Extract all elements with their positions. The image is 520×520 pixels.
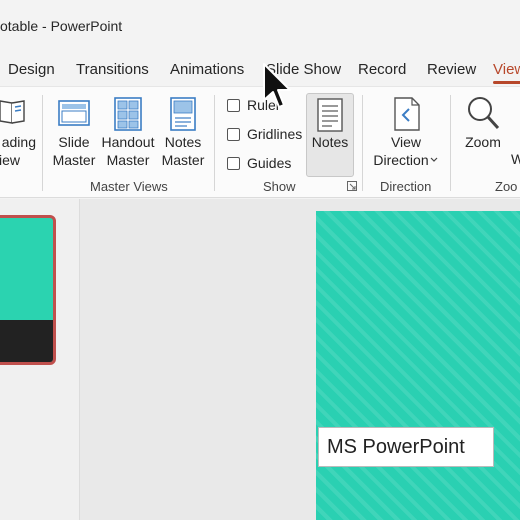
slide-thumbnail-pane <box>0 199 80 520</box>
ribbon-separator <box>362 95 363 191</box>
gridlines-checkbox[interactable]: Gridlines <box>227 126 302 142</box>
notes-icon <box>317 98 343 132</box>
tab-transitions[interactable]: Transitions <box>76 61 149 78</box>
gridlines-checkbox-box[interactable] <box>227 128 240 141</box>
ribbon-separator <box>42 95 43 191</box>
ribbon-separator <box>214 95 215 191</box>
slide-master-icon <box>58 100 90 126</box>
master-views-group-label: Master Views <box>90 179 168 194</box>
tab-animations[interactable]: Animations <box>170 61 244 78</box>
tab-review[interactable]: Review <box>427 61 476 78</box>
tab-record[interactable]: Record <box>358 61 406 78</box>
view-direction-icon <box>394 97 420 131</box>
notes-button[interactable]: Notes <box>306 93 354 177</box>
title-bar: otable - PowerPoint <box>0 0 520 56</box>
notes-master-icon <box>170 97 196 131</box>
view-direction-button[interactable]: View Direction <box>368 95 444 175</box>
ribbon: ading iew Slide Master Handout Master No… <box>0 86 520 198</box>
slide-text-box[interactable]: MS PowerPoint <box>318 427 494 467</box>
reading-view-icon <box>0 100 25 124</box>
ribbon-separator <box>450 95 451 191</box>
window-title: otable - PowerPoint <box>0 18 123 34</box>
guides-checkbox-box[interactable] <box>227 157 240 170</box>
slide-canvas[interactable]: MS PowerPoint <box>316 211 520 520</box>
mouse-pointer-icon <box>263 63 291 108</box>
dialog-launcher-icon[interactable] <box>347 181 357 191</box>
guides-checkbox[interactable]: Guides <box>227 155 291 171</box>
ribbon-tabs: Design Transitions Animations Slide Show… <box>0 56 520 86</box>
notes-master-button[interactable]: Notes Master <box>158 95 208 175</box>
zoom-group-label: Zoo <box>495 179 518 194</box>
chevron-down-icon <box>430 157 438 162</box>
reading-view-button[interactable]: ading iew <box>0 95 36 175</box>
ruler-checkbox-box[interactable] <box>227 99 240 112</box>
handout-master-icon <box>114 97 142 131</box>
tab-design[interactable]: Design <box>8 61 55 78</box>
slide-thumbnail-bar <box>0 320 53 362</box>
fit-to-window-partial-label[interactable]: W <box>511 151 520 167</box>
magnifier-icon <box>468 97 500 130</box>
workspace: MS PowerPoint <box>0 199 520 520</box>
handout-master-button[interactable]: Handout Master <box>100 95 156 175</box>
slide-thumbnail[interactable] <box>0 215 56 365</box>
tab-view[interactable]: View <box>493 61 520 84</box>
slide-master-button[interactable]: Slide Master <box>50 95 98 175</box>
direction-group-label: Direction <box>380 179 432 194</box>
show-group-label: Show <box>263 179 296 194</box>
zoom-button[interactable]: Zoom <box>458 95 508 175</box>
